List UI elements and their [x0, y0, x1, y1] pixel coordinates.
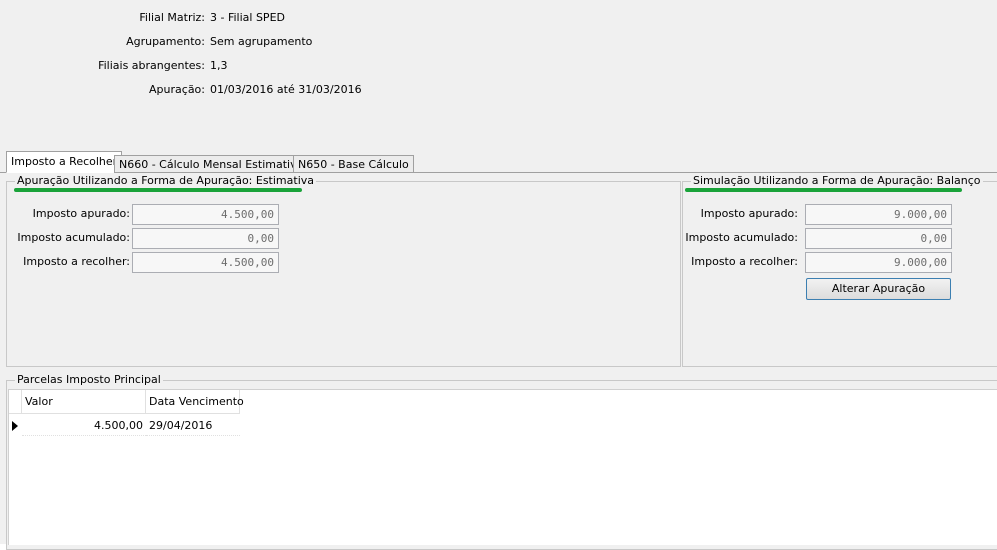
- balanco-imposto-a-recolher-label: Imposto a recolher:: [691, 255, 798, 268]
- tab-n650-base-calculo[interactable]: N650 - Base Cálculo: [293, 155, 414, 173]
- estimativa-imposto-acumulado-label: Imposto acumulado:: [17, 231, 130, 244]
- column-header-valor[interactable]: Valor: [22, 390, 146, 414]
- tab-bar: Imposto a Recolher N660 - Cálculo Mensal…: [0, 148, 997, 173]
- row-indicator-header: [9, 390, 22, 414]
- estimativa-imposto-a-recolher-label: Imposto a recolher:: [23, 255, 130, 268]
- balanco-imposto-a-recolher-field[interactable]: 9.000,00: [805, 252, 952, 273]
- agrupamento-value: Sem agrupamento: [210, 35, 313, 48]
- balanco-imposto-apurado-label: Imposto apurado:: [700, 207, 798, 220]
- estimativa-group: Apuração Utilizando a Forma de Apuração:…: [6, 174, 681, 367]
- header-row-filiais-abrangentes: Filiais abrangentes: 1,3: [0, 58, 997, 74]
- filial-matriz-value: 3 - Filial SPED: [210, 11, 285, 24]
- filiais-abrangentes-label: Filiais abrangentes:: [98, 59, 205, 72]
- balanco-imposto-apurado-field[interactable]: 9.000,00: [805, 204, 952, 225]
- balanco-group-title: Simulação Utilizando a Forma de Apuração…: [691, 174, 983, 188]
- estimativa-group-title: Apuração Utilizando a Forma de Apuração:…: [15, 174, 317, 188]
- current-row-arrow-icon: [12, 421, 18, 431]
- cell-valor[interactable]: 4.500,00: [22, 416, 146, 436]
- tab-imposto-a-recolher[interactable]: Imposto a Recolher: [6, 151, 123, 173]
- filial-matriz-label: Filial Matriz:: [139, 11, 205, 24]
- tab-content: Apuração Utilizando a Forma de Apuração:…: [0, 173, 997, 550]
- estimativa-imposto-apurado-label: Imposto apurado:: [32, 207, 130, 220]
- estimativa-imposto-acumulado-field[interactable]: 0,00: [132, 228, 279, 249]
- cell-data-vencimento[interactable]: 29/04/2016: [146, 416, 240, 436]
- balanco-title-underline: [685, 188, 962, 192]
- column-header-data-vencimento[interactable]: Data Vencimento: [146, 390, 244, 414]
- estimativa-imposto-a-recolher-field[interactable]: 4.500,00: [132, 252, 279, 273]
- balanco-group: Simulação Utilizando a Forma de Apuração…: [682, 174, 997, 367]
- alterar-apuracao-button[interactable]: Alterar Apuração: [806, 278, 951, 300]
- estimativa-imposto-apurado-field[interactable]: 4.500,00: [132, 204, 279, 225]
- parcelas-grid: Valor Data Vencimento 4.500,00 29/04/201…: [8, 389, 997, 545]
- balanco-imposto-acumulado-field[interactable]: 0,00: [805, 228, 952, 249]
- parcelas-group-title: Parcelas Imposto Principal: [15, 373, 163, 387]
- header-row-filial-matriz: Filial Matriz: 3 - Filial SPED: [0, 10, 997, 26]
- apuracao-label: Apuração:: [149, 83, 205, 96]
- tab-n660-calculo-mensal-estimativa[interactable]: N660 - Cálculo Mensal Estimativa: [114, 155, 309, 173]
- balanco-imposto-acumulado-label: Imposto acumulado:: [685, 231, 798, 244]
- header-panel: Filial Matriz: 3 - Filial SPED Agrupamen…: [0, 0, 997, 148]
- header-row-agrupamento: Agrupamento: Sem agrupamento: [0, 34, 997, 50]
- agrupamento-label: Agrupamento:: [126, 35, 205, 48]
- filiais-abrangentes-value: 1,3: [210, 59, 228, 72]
- apuracao-value: 01/03/2016 até 31/03/2016: [210, 83, 362, 96]
- header-row-apuracao: Apuração: 01/03/2016 até 31/03/2016: [0, 82, 997, 98]
- estimativa-title-underline: [14, 188, 302, 192]
